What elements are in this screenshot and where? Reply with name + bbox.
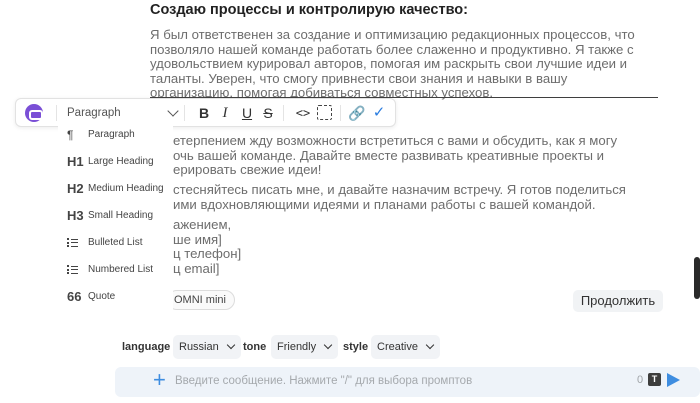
paragraph-line: таланты. Уверен, что смогу привнести сво… xyxy=(150,70,568,86)
code-button[interactable]: <> xyxy=(292,103,314,123)
heading-1-icon: H1 xyxy=(67,154,84,169)
generation-params: language Russian tone Friendly style Cre… xyxy=(0,335,700,359)
menu-item-label: Quote xyxy=(88,291,116,302)
message-input[interactable] xyxy=(175,372,615,390)
paragraph-responsibilities: Я был ответственен за создание и оптимиз… xyxy=(150,27,635,101)
bulleted-list-icon xyxy=(67,232,87,254)
toolbar-separator xyxy=(283,105,284,121)
signature-line: ажением, xyxy=(173,217,232,232)
menu-item-small-heading[interactable]: H3 Small Heading xyxy=(58,205,173,227)
continue-button[interactable]: Продолжить xyxy=(573,290,663,312)
menu-item-large-heading[interactable]: H1 Large Heading xyxy=(58,151,173,173)
chevron-down-icon xyxy=(226,340,235,350)
character-counter: 0 xyxy=(637,374,644,386)
toolbar-separator xyxy=(340,105,341,121)
underline-button[interactable]: U xyxy=(238,103,256,123)
menu-item-label: Bulleted List xyxy=(88,237,143,248)
paragraph-contact: стесняйтесь писать мне, и давайте назнач… xyxy=(173,182,626,212)
tone-value: Friendly xyxy=(277,341,317,353)
menu-item-bulleted-list[interactable]: Bulleted List xyxy=(58,232,173,254)
language-label: language xyxy=(122,341,171,353)
style-value: Creative xyxy=(377,341,418,353)
block-type-value: Paragraph xyxy=(67,107,121,119)
style-select[interactable]: Creative xyxy=(371,335,440,359)
menu-item-medium-heading[interactable]: H2 Medium Heading xyxy=(58,178,173,200)
menu-item-label: Numbered List xyxy=(88,264,154,275)
paragraph-meeting: етерпением жду возможности встретиться с… xyxy=(173,133,618,178)
text-mode-icon[interactable]: T xyxy=(648,373,661,386)
signature-block: ажением, ше имя] ц телефон] ц email] xyxy=(173,217,242,276)
link-icon[interactable]: 🔗 xyxy=(348,103,366,123)
add-plus-icon[interactable]: + xyxy=(153,369,166,391)
italic-button[interactable]: I xyxy=(216,103,234,123)
bold-button[interactable]: B xyxy=(195,103,213,123)
scrollbar-thumb[interactable] xyxy=(694,257,700,299)
signature-line: ц email] xyxy=(173,260,220,276)
menu-item-label: Small Heading xyxy=(88,210,154,221)
menu-item-paragraph[interactable]: ¶ Paragraph xyxy=(58,124,173,146)
paragraph-line: очь вашей команде. Давайте вместе развив… xyxy=(173,147,605,163)
tone-label: tone xyxy=(243,341,267,353)
language-select[interactable]: Russian xyxy=(173,335,241,359)
strikethrough-button[interactable]: S xyxy=(259,103,277,123)
signature-line: ц телефон] xyxy=(173,246,242,262)
toolbar-separator xyxy=(184,105,185,121)
chevron-down-icon xyxy=(167,105,179,117)
language-value: Russian xyxy=(179,341,219,353)
paragraph-line: позволяло нашей команде работать более с… xyxy=(150,41,634,57)
app-logo-icon xyxy=(25,104,43,122)
style-label: style xyxy=(343,341,369,353)
code-block-icon[interactable] xyxy=(317,105,332,120)
chevron-down-icon xyxy=(425,340,435,350)
tone-select[interactable]: Friendly xyxy=(271,335,339,359)
menu-item-label: Medium Heading xyxy=(88,183,164,194)
menu-item-label: Large Heading xyxy=(88,156,154,167)
paragraph-line: етерпением жду возможности встретиться с… xyxy=(173,133,618,148)
chevron-down-icon xyxy=(323,340,333,350)
signature-line: ше имя] xyxy=(173,231,222,247)
block-type-select[interactable]: Paragraph xyxy=(67,104,179,122)
numbered-list-icon xyxy=(67,259,87,281)
paragraph-line: удовольствием курировал авторов, помогая… xyxy=(150,56,628,72)
model-badge[interactable]: OMNI mini xyxy=(167,290,235,310)
heading-2-icon: H2 xyxy=(67,181,84,196)
confirm-check-icon[interactable]: ✓ xyxy=(370,103,388,123)
section-heading: Создаю процессы и контролирую качество: xyxy=(150,2,468,18)
toolbar-separator xyxy=(56,105,57,121)
paragraph-icon: ¶ xyxy=(67,128,74,142)
paragraph-line: ими вдохновляющими идеями и планами рабо… xyxy=(173,196,596,212)
paragraph-line: стесняйтесь писать мне, и давайте назнач… xyxy=(173,182,626,197)
menu-item-quote[interactable]: 66 Quote xyxy=(58,286,173,308)
menu-item-label: Paragraph xyxy=(88,129,135,140)
paragraph-line: Я был ответственен за создание и оптимиз… xyxy=(150,27,635,42)
send-icon[interactable] xyxy=(667,373,680,387)
paragraph-line: ерировать свежие идеи! xyxy=(173,162,322,178)
quote-icon: 66 xyxy=(67,289,82,304)
heading-3-icon: H3 xyxy=(67,208,84,223)
menu-item-numbered-list[interactable]: Numbered List xyxy=(58,259,173,281)
block-type-menu: ¶ Paragraph H1 Large Heading H2 Medium H… xyxy=(58,123,173,313)
